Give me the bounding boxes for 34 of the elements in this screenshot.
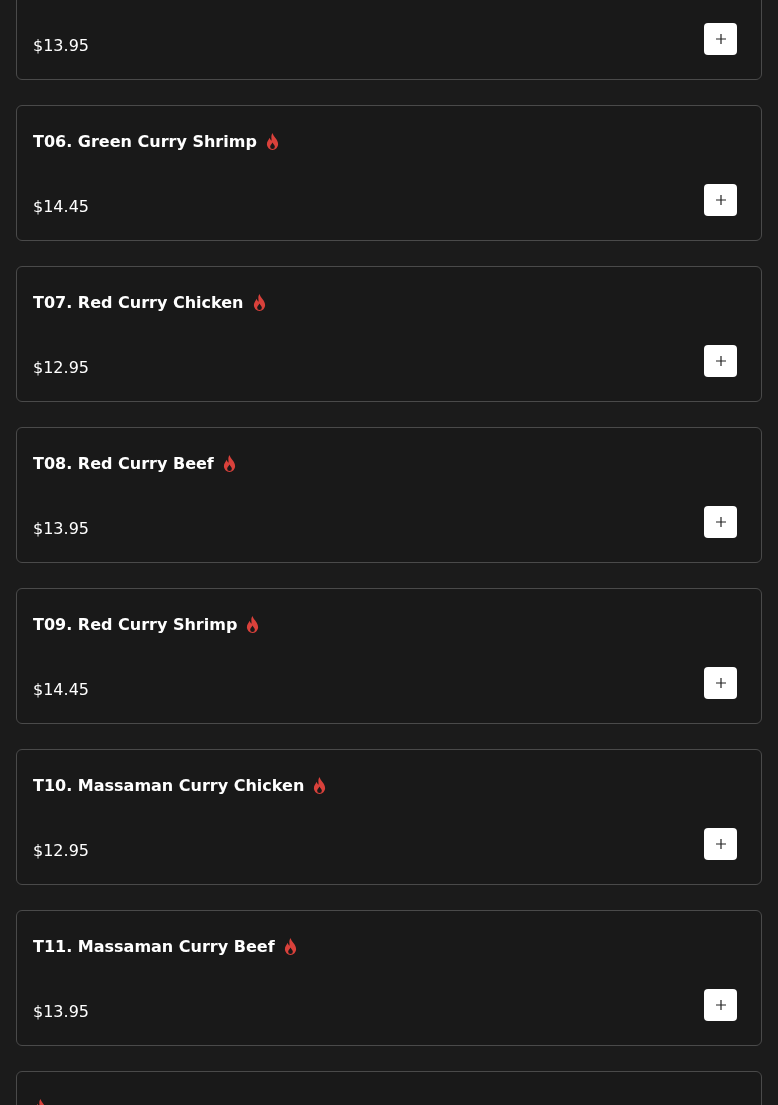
item-price: $14.45 — [33, 195, 89, 216]
menu-item-card[interactable]: T07. Red Curry Chicken $12.95 — [16, 266, 762, 402]
add-button[interactable] — [704, 184, 737, 216]
item-name: T10. Massaman Curry Chicken — [33, 775, 305, 795]
add-button[interactable] — [704, 345, 737, 377]
menu-item-card[interactable]: T06. Green Curry Shrimp $14.45 — [16, 105, 762, 241]
item-price: $14.45 — [33, 678, 89, 699]
menu-item-card[interactable]: T09. Red Curry Shrimp $14.45 — [16, 588, 762, 724]
item-price: $13.95 — [33, 1000, 89, 1021]
menu-item-card[interactable]: $13.95 — [16, 0, 762, 80]
add-button[interactable] — [704, 506, 737, 538]
menu-item-card[interactable]: T10. Massaman Curry Chicken $12.95 — [16, 749, 762, 885]
item-name: T06. Green Curry Shrimp — [33, 131, 257, 151]
item-name: T09. Red Curry Shrimp — [33, 614, 238, 634]
item-price: $13.95 — [33, 34, 89, 55]
add-button[interactable] — [704, 828, 737, 860]
plus-icon — [715, 517, 726, 527]
add-button[interactable] — [704, 667, 737, 699]
menu-item-card[interactable]: T11. Massaman Curry Beef $13.95 — [16, 910, 762, 1046]
item-name: T08. Red Curry Beef — [33, 453, 214, 473]
menu-item-card[interactable]: T08. Red Curry Beef $13.95 — [16, 427, 762, 563]
item-name: T11. Massaman Curry Beef — [33, 936, 275, 956]
item-name: T07. Red Curry Chicken — [33, 292, 244, 312]
item-price: $12.95 — [33, 356, 89, 377]
plus-icon — [715, 34, 726, 44]
plus-icon — [715, 839, 726, 849]
item-price: $13.95 — [33, 517, 89, 538]
add-button[interactable] — [704, 23, 737, 55]
plus-icon — [715, 678, 726, 688]
add-button[interactable] — [704, 989, 737, 1021]
plus-icon — [715, 1000, 726, 1010]
plus-icon — [715, 195, 726, 205]
plus-icon — [715, 356, 726, 366]
item-price: $12.95 — [33, 839, 89, 860]
